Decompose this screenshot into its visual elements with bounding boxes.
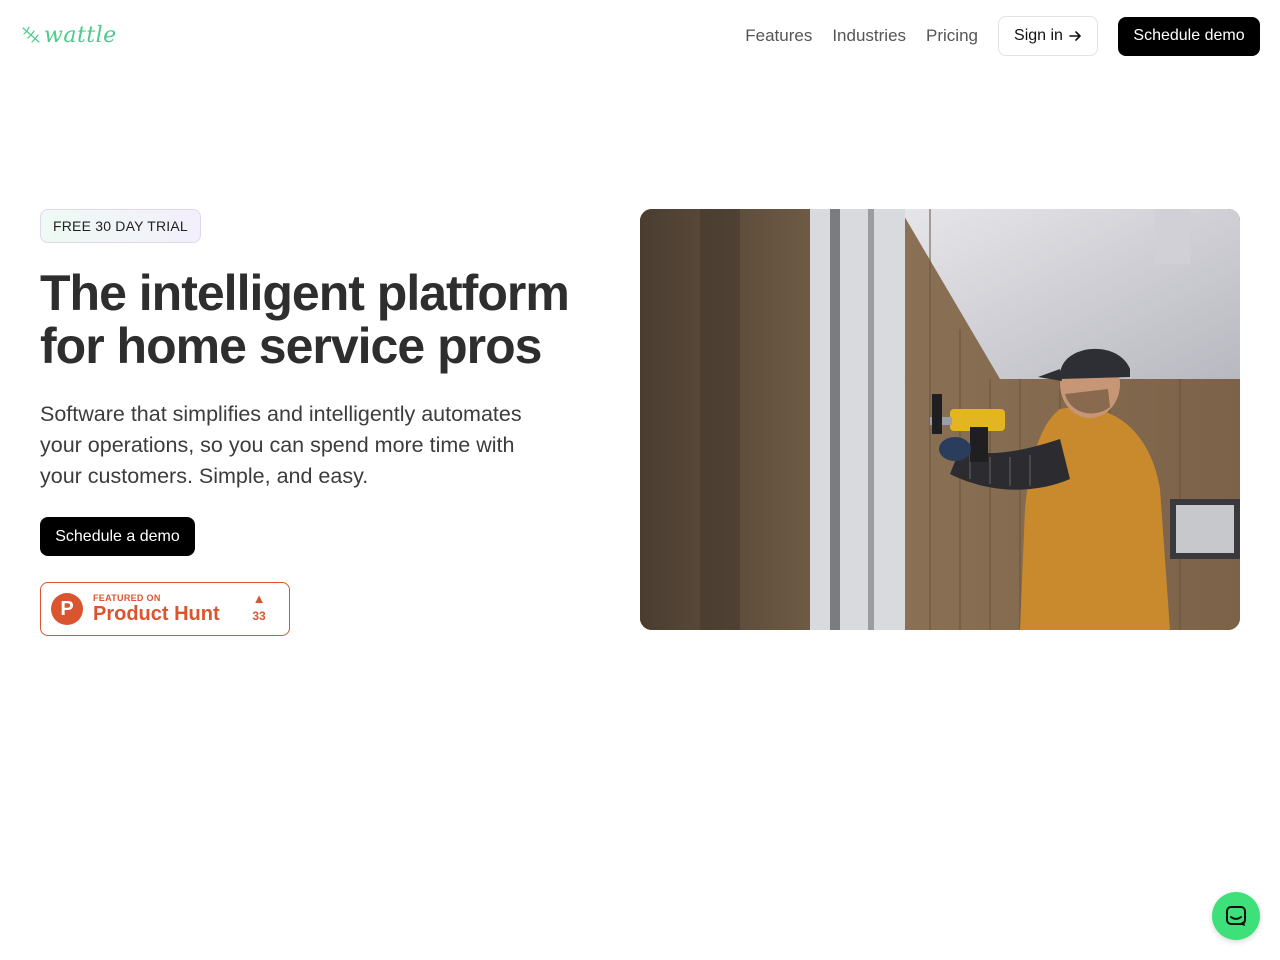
hero-image: [640, 209, 1240, 630]
arrow-right-icon: [1069, 31, 1081, 41]
headline-line-1: The intelligent platform: [40, 265, 570, 321]
page: wattle Features Industries Pricing Sign …: [0, 0, 1280, 960]
sign-in-button[interactable]: Sign in: [998, 16, 1098, 56]
upvote-count: ▲ 33: [249, 591, 269, 624]
product-hunt-badge[interactable]: P FEATURED ON Product Hunt ▲ 33: [40, 582, 290, 636]
product-hunt-text: FEATURED ON Product Hunt: [93, 593, 220, 625]
headline-line-2: for home service pros: [40, 318, 542, 374]
vote-count: 33: [252, 609, 266, 623]
nav-pricing[interactable]: Pricing: [926, 26, 978, 46]
schedule-a-demo-button[interactable]: Schedule a demo: [40, 517, 195, 556]
schedule-demo-button[interactable]: Schedule demo: [1118, 16, 1260, 56]
sign-in-label: Sign in: [1014, 27, 1063, 44]
wattle-logo[interactable]: wattle: [20, 20, 117, 50]
product-hunt-name: Product Hunt: [93, 603, 220, 625]
chat-launcher-button[interactable]: [1212, 892, 1260, 940]
nav-features[interactable]: Features: [745, 26, 812, 46]
featured-on-label: FEATURED ON: [93, 593, 161, 603]
site-header: wattle Features Industries Pricing Sign …: [0, 0, 1280, 72]
hero-content: FREE 30 DAY TRIAL The intelligent platfo…: [40, 209, 600, 636]
logo-text: wattle: [44, 22, 117, 48]
free-trial-badge: FREE 30 DAY TRIAL: [40, 209, 201, 243]
main-nav: Features Industries Pricing Sign in Sche…: [745, 16, 1260, 56]
worker-drilling-photo: [640, 209, 1240, 630]
leaf-sprig-icon: [22, 26, 40, 43]
hero-subheading: Software that simplifies and intelligent…: [40, 402, 522, 488]
product-hunt-logo-icon: P: [51, 593, 83, 625]
upvote-triangle-icon: ▲: [252, 591, 266, 606]
nav-industries[interactable]: Industries: [832, 26, 906, 46]
hero-headline: The intelligent platform for home servic…: [40, 267, 600, 373]
chat-icon: [1226, 906, 1246, 926]
